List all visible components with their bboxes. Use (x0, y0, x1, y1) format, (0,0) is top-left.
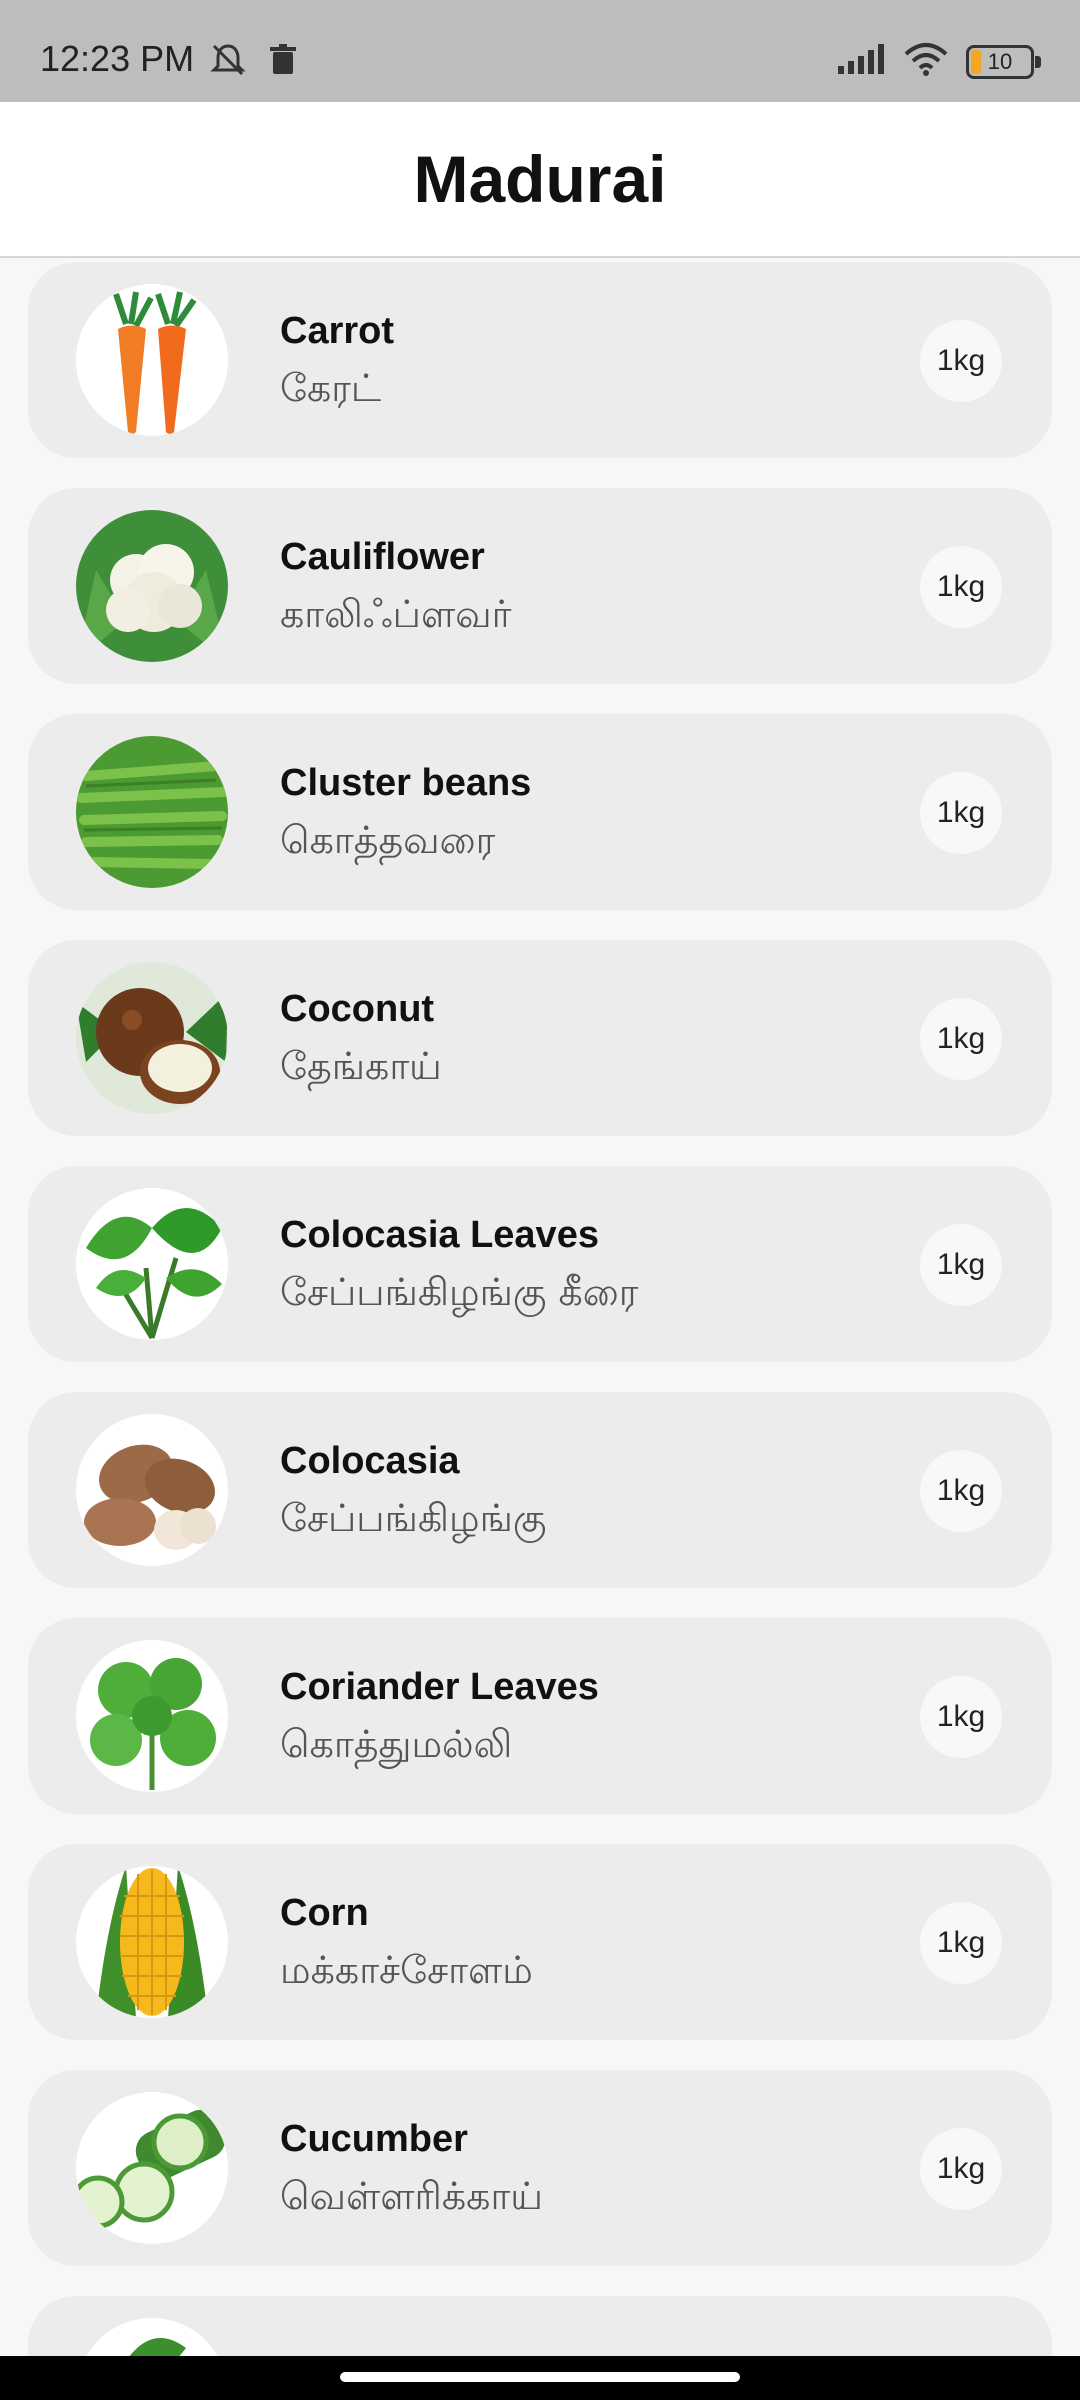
battery-icon: 10 (966, 44, 1041, 79)
item-name-ta: தேங்காய் (280, 1044, 442, 1088)
item-name-en: Cauliflower (280, 536, 485, 578)
vegetable-image (76, 2318, 228, 2356)
item-name-ta: கேரட் (280, 366, 382, 410)
status-bar: 12:23 PM 10 (0, 0, 1080, 102)
quantity-badge[interactable]: 1kg (920, 546, 1002, 628)
item-name-ta: சேப்பங்கிழங்கு கீரை (280, 1270, 639, 1314)
mute-icon (208, 42, 248, 83)
item-name-ta: கொத்துமல்லி (280, 1722, 513, 1766)
quantity-badge[interactable]: 1kg (920, 1224, 1002, 1306)
list-item-colocasia-leaves[interactable]: Colocasia Leaves சேப்பங்கிழங்கு கீரை 1kg (28, 1166, 1052, 1362)
signal-icon (838, 44, 886, 79)
item-name-en: Cluster beans (280, 762, 532, 804)
item-name-ta: மக்காச்சோளம் (280, 1948, 533, 1992)
item-name-en: Carrot (280, 310, 395, 352)
item-name-en: Colocasia (280, 1440, 460, 1482)
list-item-partial[interactable] (28, 2296, 1052, 2356)
item-name-en: Colocasia Leaves (280, 1214, 599, 1256)
carrot-image (76, 284, 228, 436)
vegetable-list[interactable]: Carrot கேரட் 1kg Cauliflower காலிஃப்ளவர்… (0, 258, 1080, 2356)
page-title: Madurai (413, 142, 667, 216)
coconut-image (76, 962, 228, 1114)
item-name-ta: காலிஃப்ளவர் (280, 592, 512, 636)
cucumber-image (76, 2092, 228, 2244)
list-item-coconut[interactable]: Coconut தேங்காய் 1kg (28, 940, 1052, 1136)
item-name-ta: வெள்ளரிக்காய் (280, 2174, 543, 2218)
quantity-badge[interactable]: 1kg (920, 998, 1002, 1080)
cluster-beans-image (76, 736, 228, 888)
quantity-badge[interactable]: 1kg (920, 1902, 1002, 1984)
quantity-badge[interactable]: 1kg (920, 1450, 1002, 1532)
home-gesture-handle[interactable] (340, 2372, 740, 2382)
trash-icon (270, 44, 296, 81)
cauliflower-image (76, 510, 228, 662)
item-name-en: Coconut (280, 988, 435, 1030)
colocasia-image (76, 1414, 228, 1566)
status-time: 12:23 PM (40, 38, 195, 79)
wifi-icon (904, 42, 948, 81)
item-name-en: Cucumber (280, 2118, 468, 2160)
item-name-ta: சேப்பங்கிழங்கு (280, 1496, 547, 1540)
list-item-cluster-beans[interactable]: Cluster beans கொத்தவரை 1kg (28, 714, 1052, 910)
coriander-image (76, 1640, 228, 1792)
quantity-badge[interactable]: 1kg (920, 1676, 1002, 1758)
list-item-corn[interactable]: Corn மக்காச்சோளம் 1kg (28, 1844, 1052, 2040)
quantity-badge[interactable]: 1kg (920, 320, 1002, 402)
item-name-en: Corn (280, 1892, 369, 1934)
list-item-cauliflower[interactable]: Cauliflower காலிஃப்ளவர் 1kg (28, 488, 1052, 684)
corn-image (76, 1866, 228, 2018)
quantity-badge[interactable]: 1kg (920, 772, 1002, 854)
item-name-en: Coriander Leaves (280, 1666, 599, 1708)
list-item-coriander-leaves[interactable]: Coriander Leaves கொத்துமல்லி 1kg (28, 1618, 1052, 1814)
app-header: Madurai (0, 102, 1080, 258)
colocasia-leaves-image (76, 1188, 228, 1340)
quantity-badge[interactable]: 1kg (920, 2128, 1002, 2210)
system-nav-bar (0, 2356, 1080, 2400)
list-item-carrot[interactable]: Carrot கேரட் 1kg (28, 262, 1052, 458)
list-item-colocasia[interactable]: Colocasia சேப்பங்கிழங்கு 1kg (28, 1392, 1052, 1588)
item-name-ta: கொத்தவரை (280, 818, 496, 862)
list-item-cucumber[interactable]: Cucumber வெள்ளரிக்காய் 1kg (28, 2070, 1052, 2266)
